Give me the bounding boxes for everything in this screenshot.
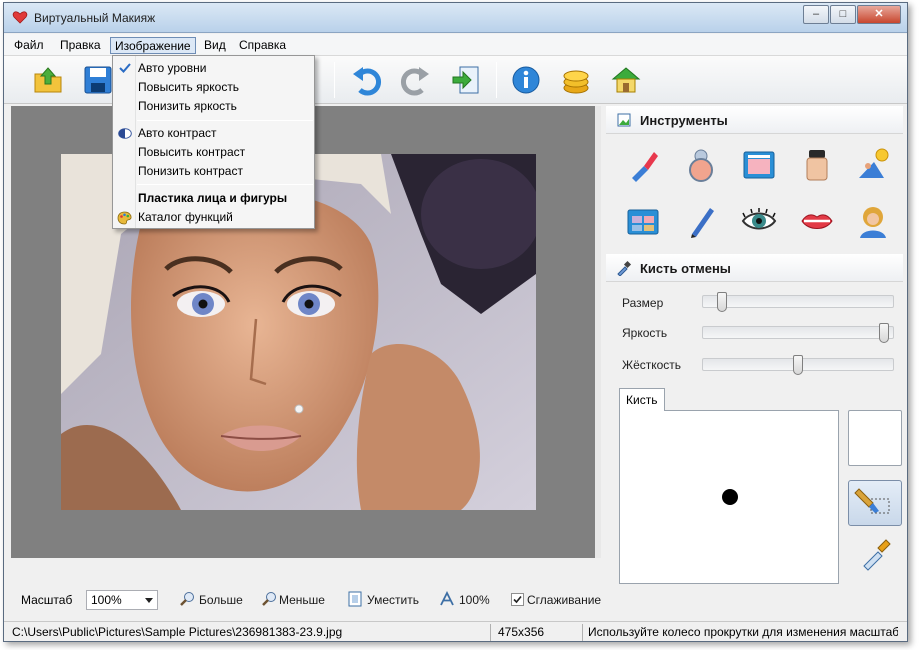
size-slider[interactable]	[702, 292, 894, 312]
check-icon	[119, 63, 131, 73]
title-bar[interactable]: Виртуальный Макияж – □ ✕	[4, 3, 907, 33]
palette-icon	[117, 211, 132, 225]
hair-icon[interactable]	[854, 202, 892, 240]
zoom-out-icon[interactable]	[261, 591, 277, 607]
brush-dot	[722, 489, 738, 505]
brightness-label: Яркость	[622, 326, 668, 340]
actual-size-button[interactable]: 100%	[459, 593, 490, 607]
menu-item-brightness-up[interactable]: Повысить яркость	[113, 78, 314, 97]
heart-icon	[12, 11, 28, 24]
pencil-icon[interactable]	[682, 202, 720, 240]
menu-item-label: Авто контраст	[138, 126, 217, 140]
coins-icon[interactable]	[560, 64, 592, 96]
status-size: 475x356	[498, 625, 545, 639]
smoothing-checkbox[interactable]	[511, 593, 524, 606]
menu-item-contrast-up[interactable]: Повысить контраст	[113, 143, 314, 162]
menu-image[interactable]: Изображение	[110, 37, 196, 54]
zoom-value: 100%	[91, 593, 122, 607]
zoom-label: Масштаб	[21, 593, 73, 607]
menu-item-auto-contrast[interactable]: Авто контраст	[113, 124, 314, 143]
menu-view[interactable]: Вид	[200, 37, 230, 54]
status-bar: C:\Users\Public\Pictures\Sample Pictures…	[4, 621, 907, 641]
minimize-button[interactable]: –	[803, 5, 829, 24]
pipette-icon	[617, 260, 632, 276]
palette-box-icon[interactable]	[740, 146, 778, 184]
undo-icon[interactable]	[350, 64, 382, 96]
menu-item-label: Каталог функций	[138, 210, 233, 224]
foundation-icon[interactable]	[798, 146, 836, 184]
lips-icon[interactable]	[798, 202, 836, 240]
menu-item-contrast-down[interactable]: Понизить контраст	[113, 162, 314, 181]
pipette-tool-icon[interactable]	[858, 536, 894, 572]
menu-edit[interactable]: Правка	[56, 37, 105, 54]
redo-icon[interactable]	[400, 64, 432, 96]
status-hint: Используйте колесо прокрутки для изменен…	[588, 625, 898, 639]
actual-size-icon[interactable]	[439, 591, 455, 607]
size-slider-thumb[interactable]	[717, 292, 727, 312]
eyeshadow-icon[interactable]	[624, 202, 662, 240]
menu-item-auto-levels[interactable]: Авто уровни	[113, 59, 314, 78]
zoom-bar: Масштаб 100% Больше Меньше Уместить 100%…	[11, 581, 601, 615]
info-icon[interactable]	[510, 64, 542, 96]
chevron-down-icon	[145, 598, 153, 603]
hardness-label: Жёсткость	[622, 358, 682, 372]
eye-icon[interactable]	[740, 202, 778, 240]
app-window: Виртуальный Макияж – □ ✕ Файл Правка Изо…	[3, 2, 908, 642]
zoom-in-button[interactable]: Больше	[199, 593, 243, 607]
brush-tool-button[interactable]	[848, 480, 902, 526]
hardness-slider-thumb[interactable]	[793, 355, 803, 375]
hardness-slider[interactable]	[702, 355, 894, 375]
open-icon[interactable]	[32, 64, 64, 96]
zoom-in-icon[interactable]	[179, 591, 195, 607]
zoom-select[interactable]: 100%	[86, 590, 158, 610]
picture-icon	[617, 113, 631, 127]
menu-file[interactable]: Файл	[10, 37, 48, 54]
brightness-slider[interactable]	[702, 323, 894, 343]
contrast-icon	[118, 128, 132, 139]
status-path: C:\Users\Public\Pictures\Sample Pictures…	[12, 625, 343, 639]
brush-title: Кисть отмены	[640, 261, 731, 276]
powder-icon[interactable]	[682, 146, 720, 184]
canvas-scrollbar[interactable]	[595, 106, 601, 558]
save-icon[interactable]	[82, 64, 114, 96]
check-icon	[513, 595, 522, 604]
brush-icon	[854, 488, 890, 514]
export-icon[interactable]	[450, 64, 482, 96]
brightness-slider-thumb[interactable]	[879, 323, 889, 343]
sunbathing-icon[interactable]	[854, 146, 892, 184]
menu-item-brightness-down[interactable]: Понизить яркость	[113, 97, 314, 116]
size-label: Размер	[622, 296, 664, 310]
tab-brush[interactable]: Кисть	[619, 388, 665, 411]
tools-header: Инструменты	[606, 106, 903, 134]
window-title: Виртуальный Макияж	[34, 11, 156, 25]
home-icon[interactable]	[610, 64, 642, 96]
fit-button[interactable]: Уместить	[367, 593, 419, 607]
maximize-button[interactable]: □	[830, 5, 856, 24]
menu-help[interactable]: Справка	[235, 37, 290, 54]
zoom-out-button[interactable]: Меньше	[279, 593, 325, 607]
menu-item-function-catalog[interactable]: Каталог функций	[113, 208, 314, 227]
close-button[interactable]: ✕	[857, 5, 901, 24]
color-swatch[interactable]	[848, 410, 902, 466]
right-panel: Инструменты Кисть отмены Размер Яркость …	[602, 106, 907, 621]
menu-item-face-plastic[interactable]: Пластика лица и фигуры	[113, 189, 314, 208]
smoothing-label: Сглаживание	[527, 593, 602, 607]
menu-bar: Файл Правка Изображение Вид Справка	[4, 34, 907, 56]
brush-header: Кисть отмены	[606, 254, 903, 282]
image-menu-dropdown: Авто уровни Повысить яркость Понизить яр…	[112, 55, 315, 229]
fit-icon[interactable]	[348, 591, 362, 607]
lipstick-icon[interactable]	[624, 146, 662, 184]
tools-title: Инструменты	[640, 113, 728, 128]
brush-preview	[619, 410, 839, 584]
menu-item-label: Авто уровни	[138, 61, 207, 75]
